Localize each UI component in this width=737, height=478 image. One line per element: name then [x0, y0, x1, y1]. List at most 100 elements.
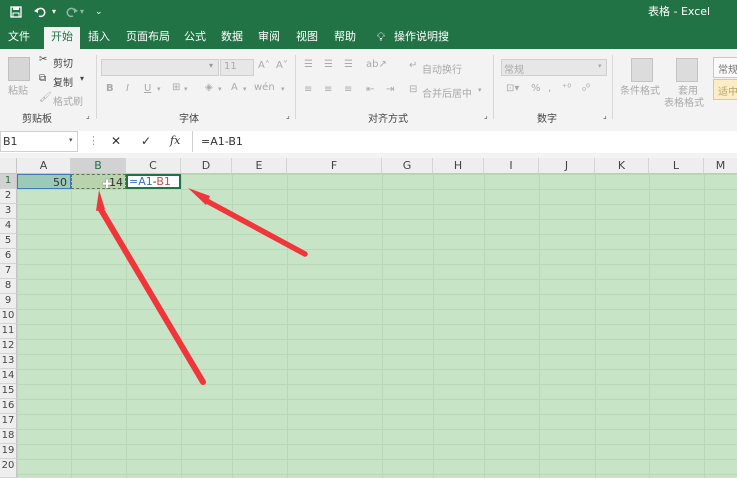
row-header[interactable]: 2: [0, 189, 17, 204]
row-header[interactable]: 5: [0, 234, 17, 249]
style-neutral-swatch[interactable]: 适中: [713, 79, 737, 100]
row-header[interactable]: 15: [0, 384, 17, 399]
increase-decimal-icon[interactable]: ⁺⁰: [562, 83, 571, 94]
alignment-launcher-icon[interactable]: ⌟: [484, 111, 488, 120]
cell-a1[interactable]: 50: [17, 174, 71, 189]
merge-center-button[interactable]: 合并后居中: [422, 85, 472, 100]
merge-dropdown-icon[interactable]: ▾: [478, 86, 482, 94]
column-header[interactable]: J: [539, 158, 595, 174]
row-header[interactable]: 16: [0, 399, 17, 414]
style-normal-swatch[interactable]: 常规: [713, 57, 737, 78]
format-as-table-icon[interactable]: [676, 58, 698, 82]
number-format-dropdown-icon[interactable]: ▾: [598, 62, 602, 70]
fill-color-icon[interactable]: ◈: [205, 82, 213, 93]
decrease-indent-icon[interactable]: ⇤: [366, 84, 374, 95]
cut-button[interactable]: 剪切: [53, 55, 73, 70]
align-bottom-icon[interactable]: ☰: [344, 59, 353, 70]
column-header[interactable]: D: [181, 158, 232, 174]
formula-input[interactable]: =A1-B1: [201, 135, 243, 148]
column-header[interactable]: L: [649, 158, 704, 174]
conditional-formatting-button[interactable]: 条件格式: [620, 82, 660, 97]
shrink-font-icon[interactable]: A˅: [276, 60, 288, 71]
tab-home[interactable]: 开始: [44, 27, 80, 49]
paste-icon[interactable]: [8, 57, 30, 81]
percent-button[interactable]: %: [531, 83, 541, 94]
name-box-dropdown-icon[interactable]: ▾: [69, 136, 73, 144]
tab-file[interactable]: 文件: [4, 27, 34, 49]
column-header[interactable]: K: [595, 158, 649, 174]
grow-font-icon[interactable]: A˄: [258, 60, 270, 71]
tab-review[interactable]: 审阅: [254, 27, 284, 49]
increase-indent-icon[interactable]: ⇥: [386, 84, 394, 95]
column-header[interactable]: A: [17, 158, 71, 174]
comma-style-icon[interactable]: ,: [548, 83, 551, 94]
tab-help[interactable]: 帮助: [330, 27, 360, 49]
align-middle-icon[interactable]: ☰: [324, 59, 333, 70]
row-header[interactable]: 4: [0, 219, 17, 234]
cell-grid[interactable]: [17, 174, 737, 478]
save-icon[interactable]: [10, 0, 22, 27]
row-header[interactable]: 3: [0, 204, 17, 219]
copy-dropdown-icon[interactable]: ▾: [80, 74, 84, 83]
cell-b1[interactable]: 14: [71, 174, 126, 189]
row-header[interactable]: 9: [0, 294, 17, 309]
customize-qat-icon[interactable]: ⌄: [95, 0, 103, 27]
font-color-dropdown-icon[interactable]: ▾: [243, 85, 247, 93]
number-launcher-icon[interactable]: ⌟: [603, 111, 607, 120]
underline-button[interactable]: U: [144, 83, 151, 94]
row-header[interactable]: 13: [0, 354, 17, 369]
align-right-icon[interactable]: ≡: [344, 84, 352, 95]
phonetic-dropdown-icon[interactable]: ▾: [281, 85, 285, 93]
clipboard-launcher-icon[interactable]: ⌟: [86, 111, 90, 120]
row-header[interactable]: 20: [0, 459, 17, 478]
enter-icon[interactable]: ✓: [141, 134, 151, 148]
format-as-table-label-2[interactable]: 表格格式: [664, 94, 704, 109]
tab-data[interactable]: 数据: [217, 27, 247, 49]
row-header[interactable]: 6: [0, 249, 17, 264]
row-header[interactable]: 19: [0, 444, 17, 459]
column-header[interactable]: C: [126, 158, 181, 174]
insert-function-icon[interactable]: fx: [170, 134, 180, 147]
column-header[interactable]: H: [433, 158, 484, 174]
fill-dropdown-icon[interactable]: ▾: [218, 85, 222, 93]
tab-page-layout[interactable]: 页面布局: [122, 27, 174, 49]
cell-c1-editing[interactable]: =A1-B1: [126, 174, 181, 189]
column-header[interactable]: I: [484, 158, 539, 174]
align-top-icon[interactable]: ☰: [304, 59, 313, 70]
accounting-icon[interactable]: ⊡▾: [506, 83, 519, 94]
copy-button[interactable]: 复制: [53, 74, 73, 89]
font-launcher-icon[interactable]: ⌟: [286, 111, 290, 120]
cancel-icon[interactable]: ✕: [111, 134, 121, 148]
font-name-box[interactable]: [101, 59, 219, 76]
paste-button[interactable]: 粘贴: [8, 82, 28, 97]
tell-me-search[interactable]: 操作说明搜索: [394, 27, 458, 63]
underline-dropdown-icon[interactable]: ▾: [157, 85, 161, 93]
row-header[interactable]: 12: [0, 339, 17, 354]
phonetic-icon[interactable]: wén: [254, 82, 275, 93]
tab-view[interactable]: 视图: [292, 27, 322, 49]
tab-insert[interactable]: 插入: [84, 27, 114, 49]
column-header[interactable]: G: [382, 158, 433, 174]
orientation-icon[interactable]: ab↗: [366, 59, 387, 70]
select-all-corner[interactable]: [0, 158, 17, 174]
align-left-icon[interactable]: ≡: [304, 84, 312, 95]
column-header[interactable]: E: [232, 158, 287, 174]
tab-formulas[interactable]: 公式: [180, 27, 210, 49]
decrease-decimal-icon[interactable]: ₀⁰: [582, 83, 590, 94]
font-color-icon[interactable]: A: [231, 82, 238, 93]
undo-icon[interactable]: [34, 0, 48, 27]
column-header[interactable]: B: [71, 158, 126, 174]
format-painter-button[interactable]: 格式刷: [53, 93, 83, 108]
row-header[interactable]: 7: [0, 264, 17, 279]
row-header[interactable]: 8: [0, 279, 17, 294]
font-name-dropdown-icon[interactable]: ▾: [209, 61, 213, 70]
name-box[interactable]: B1 ▾: [0, 131, 78, 152]
column-header[interactable]: F: [287, 158, 382, 174]
font-size-box[interactable]: 11: [220, 59, 254, 76]
row-header[interactable]: 10: [0, 309, 17, 324]
conditional-formatting-icon[interactable]: [631, 58, 653, 82]
row-header[interactable]: 17: [0, 414, 17, 429]
undo-dropdown-icon[interactable]: ▾: [52, 0, 56, 27]
row-header[interactable]: 1: [0, 174, 17, 189]
row-header[interactable]: 11: [0, 324, 17, 339]
